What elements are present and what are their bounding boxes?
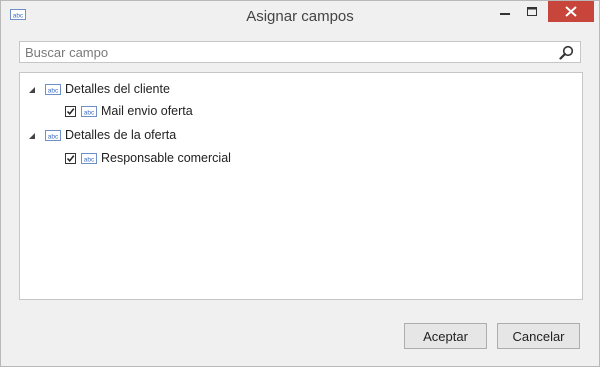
- search-input[interactable]: [25, 43, 545, 61]
- tree-item-row[interactable]: abc Mail envio oferta: [20, 103, 582, 121]
- search-field[interactable]: [19, 41, 581, 63]
- cancel-button[interactable]: Cancelar: [497, 323, 580, 349]
- tree-group-row[interactable]: abc Detalles del cliente: [20, 81, 582, 99]
- checkmark-icon: [66, 155, 75, 162]
- checkmark-icon: [66, 108, 75, 115]
- minimize-button[interactable]: [492, 1, 518, 22]
- abc-group-icon: abc: [45, 84, 61, 95]
- expander-icon[interactable]: [28, 86, 36, 94]
- close-icon: [565, 6, 577, 17]
- svg-text:abc: abc: [48, 133, 59, 140]
- search-icon[interactable]: [559, 45, 574, 60]
- expander-icon[interactable]: [28, 132, 36, 140]
- abc-field-icon: abc: [81, 153, 97, 164]
- tree-group-row[interactable]: abc Detalles de la oferta: [20, 127, 582, 145]
- item-checkbox[interactable]: [65, 153, 76, 164]
- abc-group-icon: abc: [45, 130, 61, 141]
- svg-text:abc: abc: [84, 156, 95, 163]
- maximize-icon: [527, 7, 537, 16]
- accept-button[interactable]: Aceptar: [404, 323, 487, 349]
- tree-item-label: Responsable comercial: [101, 151, 231, 165]
- close-button[interactable]: [548, 1, 594, 22]
- dialog-window: abc Asignar campos Buscar campo abc Deta…: [0, 0, 600, 367]
- svg-text:abc: abc: [48, 87, 59, 94]
- tree-item-label: Mail envio oferta: [101, 104, 193, 118]
- title-bar[interactable]: abc Asignar campos: [1, 1, 599, 32]
- item-checkbox[interactable]: [65, 106, 76, 117]
- maximize-button[interactable]: [519, 1, 545, 22]
- tree-item-row[interactable]: abc Responsable comercial: [20, 150, 582, 168]
- fields-tree[interactable]: abc Detalles del cliente abc Mail envio …: [19, 72, 583, 300]
- tree-group-label: Detalles de la oferta: [65, 128, 177, 142]
- tree-group-label: Detalles del cliente: [65, 82, 170, 96]
- abc-field-icon: abc: [81, 106, 97, 117]
- minimize-icon: [500, 13, 510, 15]
- svg-text:abc: abc: [84, 109, 95, 116]
